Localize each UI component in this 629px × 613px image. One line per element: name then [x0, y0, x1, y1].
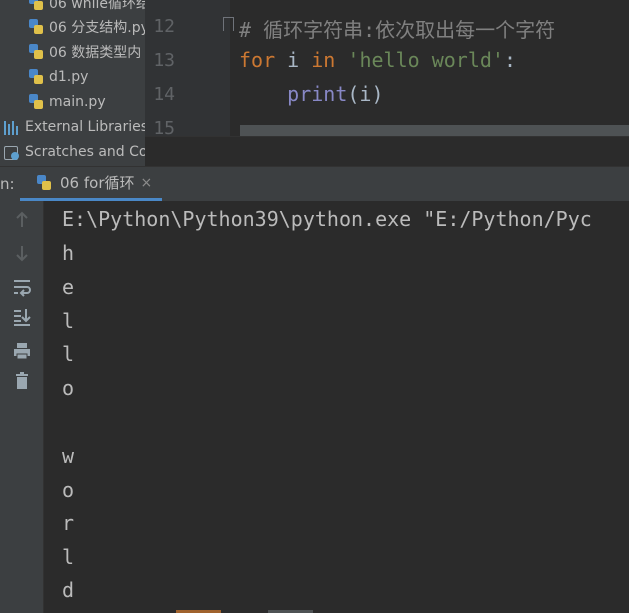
tree-item-label: d1.py [49, 68, 89, 85]
editor-bottom-area [145, 136, 629, 167]
console-line: e [62, 275, 75, 299]
scroll-to-end-icon[interactable] [12, 307, 32, 327]
console-line: o [62, 478, 75, 502]
trash-icon[interactable] [12, 371, 32, 391]
project-tree: 06 while循环结 06 分支结构.py 06 数据类型内 d1.py ma… [0, 0, 145, 166]
tree-item-scratches[interactable]: Scratches and Consoles [4, 139, 145, 164]
tree-item-label: External Libraries [25, 118, 145, 135]
loop-variable: i [287, 48, 300, 72]
tree-item-label: 06 分支结构.py [49, 19, 145, 36]
builtin-print: print [287, 82, 348, 106]
code-line-14[interactable]: print(i) [239, 82, 384, 106]
editor-gutter: 12 13 14 15 [145, 0, 234, 136]
string-literal: 'hello world' [347, 48, 504, 72]
colon: : [503, 48, 516, 72]
tab-title: 06 for循环 [60, 174, 135, 192]
python-file-icon [28, 93, 44, 110]
call-args: (i) [347, 82, 384, 106]
keyword-for: for [239, 48, 276, 72]
run-window-header: n: 06 for循环 × [0, 166, 629, 202]
console-line: h [62, 241, 75, 265]
console-line: o [62, 376, 75, 400]
code-line-12[interactable]: # 循环字符串:依次取出每一个字符 [239, 14, 555, 43]
python-file-icon [28, 43, 44, 60]
keyword-in: in [311, 48, 336, 72]
tree-item-label: Scratches and Consoles [25, 143, 145, 160]
code-editor[interactable]: 12 13 14 15 # 循环字符串:依次取出每一个字符 for i in '… [145, 0, 629, 136]
python-file-icon [28, 68, 44, 85]
console-line: l [62, 342, 75, 366]
editor-horizontal-scrollbar[interactable] [240, 125, 629, 136]
tab-run-config[interactable]: 06 for循环 × [20, 167, 162, 201]
console-line: E:\Python\Python39\python.exe "E:/Python… [62, 207, 592, 231]
code-line-13[interactable]: for i in 'hello world': [239, 48, 516, 72]
arrow-down-icon[interactable] [12, 243, 32, 263]
tree-item-while[interactable]: 06 while循环结 [28, 0, 145, 15]
tree-item-external-libraries[interactable]: External Libraries [4, 114, 145, 139]
tree-item-d1[interactable]: d1.py [28, 64, 88, 89]
python-file-icon [28, 0, 44, 11]
line-number: 12 [153, 16, 175, 37]
close-icon[interactable]: × [140, 175, 152, 191]
console-line: l [62, 545, 75, 569]
scratches-icon [4, 144, 20, 160]
tree-item-label: 06 while循环结 [49, 0, 145, 12]
tree-item-label: main.py [49, 93, 106, 110]
line-number: 15 [153, 118, 175, 136]
python-file-icon [36, 174, 52, 191]
console-line: w [62, 444, 75, 468]
line-number: 14 [153, 84, 175, 105]
console-line: r [62, 511, 75, 535]
soft-wrap-icon[interactable] [12, 277, 32, 297]
console-line: d [62, 578, 75, 602]
library-icon [4, 119, 20, 135]
fold-marker-icon[interactable] [223, 17, 234, 31]
line-number: 13 [153, 50, 175, 71]
tree-item-main[interactable]: main.py [28, 89, 106, 114]
code-comment: # 循环字符串:依次取出每一个字符 [239, 18, 556, 42]
run-toolbar [0, 201, 44, 613]
run-label: n: [0, 175, 15, 193]
tree-item-datatypes[interactable]: 06 数据类型内 [28, 39, 141, 64]
tree-item-branch[interactable]: 06 分支结构.py [28, 14, 145, 39]
console-line: l [62, 309, 75, 333]
run-console[interactable]: E:\Python\Python39\python.exe "E:/Python… [44, 201, 629, 613]
print-icon[interactable] [12, 341, 32, 361]
python-file-icon [28, 18, 44, 35]
tree-item-label: 06 数据类型内 [49, 44, 142, 61]
arrow-up-icon[interactable] [12, 210, 32, 230]
